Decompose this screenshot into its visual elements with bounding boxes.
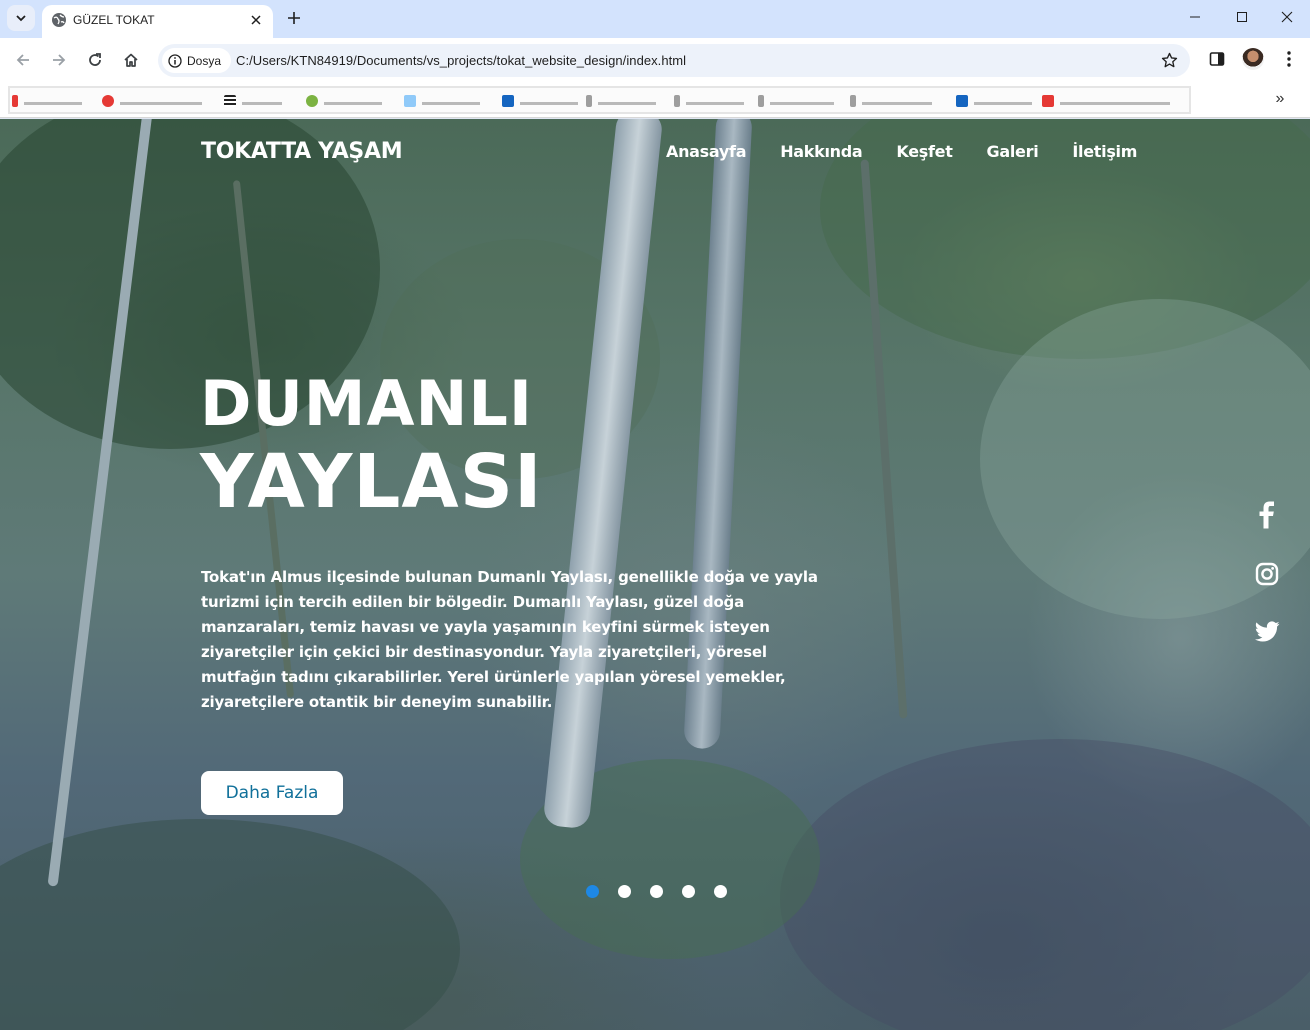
bookmark-item[interactable] <box>674 95 744 107</box>
maximize-button[interactable] <box>1219 0 1265 34</box>
more-button[interactable]: Daha Fazla <box>201 771 343 815</box>
nav-link-hakkinda[interactable]: Hakkında <box>780 142 863 161</box>
bookmark-item[interactable] <box>224 95 282 107</box>
slider-dot[interactable] <box>586 885 599 898</box>
side-panel-icon <box>1209 52 1225 66</box>
address-bar[interactable]: Dosya C:/Users/KTN84919/Documents/vs_pro… <box>158 44 1190 77</box>
more-vertical-icon <box>1287 51 1291 67</box>
close-icon <box>1281 11 1293 23</box>
bookmark-favicon-icon <box>404 95 416 107</box>
bookmark-item[interactable] <box>306 95 382 107</box>
instagram-icon <box>1255 562 1279 586</box>
slider-dot[interactable] <box>714 885 727 898</box>
tab-search-button[interactable] <box>7 5 35 31</box>
facebook-icon <box>1259 501 1274 529</box>
bookmark-item[interactable] <box>1042 95 1170 107</box>
nav-link-kesfet[interactable]: Keşfet <box>896 142 952 161</box>
bookmark-item[interactable] <box>404 95 480 107</box>
bookmark-favicon-icon <box>306 95 318 107</box>
facebook-link[interactable] <box>1253 501 1281 529</box>
maximize-icon <box>1237 12 1247 22</box>
chevron-down-icon <box>16 15 26 22</box>
nav-link-iletisim[interactable]: İletişim <box>1072 142 1137 161</box>
home-icon <box>124 53 138 67</box>
site-chip-label: Dosya <box>187 53 222 68</box>
browser-toolbar: Dosya C:/Users/KTN84919/Documents/vs_pro… <box>0 38 1310 83</box>
hero-paragraph: Tokat'ın Almus ilçesinde bulunan Dumanlı… <box>201 568 818 711</box>
nav-link-anasayfa[interactable]: Anasayfa <box>666 142 746 161</box>
slider-dots <box>586 885 727 898</box>
arrow-left-icon <box>16 54 29 66</box>
bookmark-item[interactable] <box>12 95 82 107</box>
site-nav: Anasayfa Hakkında Keşfet Galeri İletişim <box>666 142 1171 161</box>
slider-dot[interactable] <box>618 885 631 898</box>
tab-title: GÜZEL TOKAT <box>73 13 155 27</box>
bookmark-item[interactable] <box>956 95 1032 107</box>
url-text[interactable]: C:/Users/KTN84919/Documents/vs_projects/… <box>236 53 686 68</box>
bookmarks-strip <box>8 86 1191 114</box>
reload-icon <box>89 53 101 66</box>
bookmarks-overflow-button[interactable]: » <box>1270 89 1290 109</box>
hero-title-line2: YAYLASI <box>200 439 543 525</box>
window-close-button[interactable] <box>1264 0 1310 34</box>
bookmark-favicon-icon <box>674 95 680 107</box>
bookmark-item[interactable] <box>758 95 834 107</box>
close-icon <box>251 15 261 25</box>
side-panel-button[interactable] <box>1205 47 1229 71</box>
home-button[interactable] <box>117 46 145 74</box>
bookmark-favicon-icon <box>956 95 968 107</box>
browser-tab-strip: GÜZEL TOKAT <box>0 0 1310 38</box>
bookmark-item[interactable] <box>586 95 656 107</box>
minimize-button[interactable] <box>1172 0 1218 34</box>
bookmark-favicon-icon <box>758 95 764 107</box>
bookmark-favicon-icon <box>586 95 592 107</box>
tab-close-button[interactable] <box>247 11 265 29</box>
back-button[interactable] <box>9 46 37 74</box>
hero-title-line1: DUMANLI <box>200 367 533 440</box>
star-icon <box>1161 52 1177 67</box>
bookmark-item[interactable] <box>850 95 932 107</box>
plus-icon <box>288 12 300 24</box>
bookmark-favicon-icon <box>850 95 856 107</box>
twitter-link[interactable] <box>1253 618 1281 646</box>
new-tab-button[interactable] <box>283 7 305 29</box>
twitter-icon <box>1254 621 1280 642</box>
bookmark-favicon-icon <box>12 95 18 107</box>
slider-dot[interactable] <box>650 885 663 898</box>
page-viewport: TOKATTA YAŞAM Anasayfa Hakkında Keşfet G… <box>0 119 1310 1030</box>
site-logo[interactable]: TOKATTA YAŞAM <box>201 139 403 164</box>
arrow-right-icon <box>53 54 66 66</box>
forward-button[interactable] <box>45 46 73 74</box>
reload-button[interactable] <box>81 46 109 74</box>
browser-tab[interactable]: GÜZEL TOKAT <box>42 5 273 38</box>
minimize-icon <box>1190 16 1200 18</box>
bookmark-item[interactable] <box>102 95 202 107</box>
bookmark-favicon-icon <box>502 95 514 107</box>
nav-link-galeri[interactable]: Galeri <box>987 142 1039 161</box>
bookmark-favicon-icon <box>224 95 236 107</box>
bookmarks-bar: » <box>0 83 1310 118</box>
slider-dot[interactable] <box>682 885 695 898</box>
instagram-link[interactable] <box>1253 560 1281 588</box>
info-icon <box>168 53 182 68</box>
bookmark-star-button[interactable] <box>1158 49 1180 71</box>
profile-avatar[interactable] <box>1242 48 1264 70</box>
bookmark-item[interactable] <box>502 95 578 107</box>
site-info-chip[interactable]: Dosya <box>162 48 232 73</box>
bookmark-favicon-icon <box>102 95 114 107</box>
bookmark-favicon-icon <box>1042 95 1054 107</box>
browser-menu-button[interactable] <box>1277 47 1301 71</box>
globe-icon <box>52 13 66 27</box>
